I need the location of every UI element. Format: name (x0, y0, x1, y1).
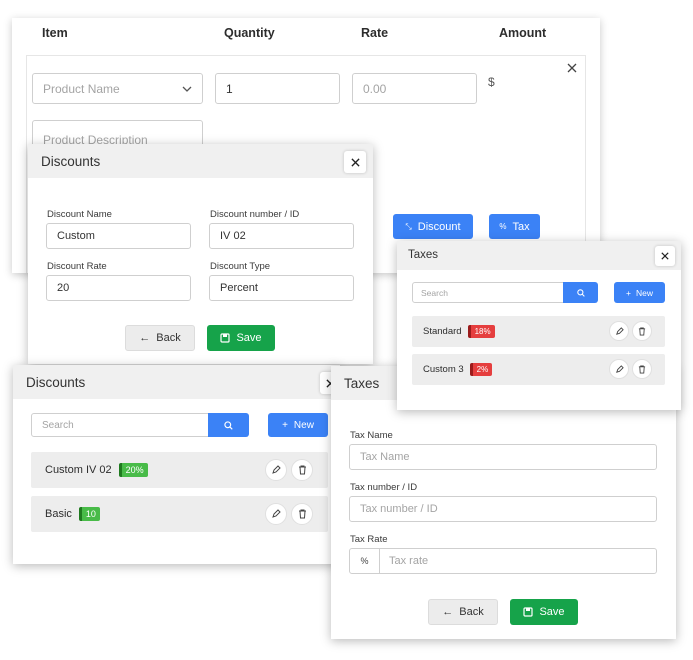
discount-form-header: Discounts (28, 144, 373, 178)
discount-button[interactable]: ⤡ Discount (393, 214, 473, 239)
taxes-list-dialog: Taxes Search + New Standard 18% Custom 3… (397, 241, 681, 410)
tax-name-input[interactable]: Tax Name (349, 444, 657, 470)
tax-item-badge: 2% (469, 363, 493, 376)
discounts-search-button[interactable] (208, 413, 249, 437)
trash-icon[interactable] (291, 459, 313, 481)
discount-number-value: IV 02 (220, 230, 246, 242)
save-icon (220, 333, 231, 343)
rate-placeholder: 0.00 (363, 81, 387, 96)
taxes-new-button[interactable]: + New (614, 282, 665, 303)
discount-button-label: Discount (417, 220, 461, 233)
tax-rate-placeholder: Tax rate (389, 555, 429, 567)
discount-form-dialog: Discounts Discount Name Custom Discount … (28, 144, 373, 364)
discounts-search-input[interactable]: Search (31, 413, 209, 437)
tax-button-label: Tax (512, 220, 530, 233)
taxes-list-header: Taxes (397, 241, 681, 270)
plus-icon: + (282, 419, 288, 431)
back-button-label: Back (459, 606, 484, 618)
discount-rate-label: Discount Rate (47, 261, 107, 272)
remove-line-icon[interactable] (564, 60, 580, 76)
header-rate: Rate (361, 26, 389, 40)
search-icon (576, 288, 585, 297)
save-button-label: Save (236, 332, 262, 344)
close-icon[interactable] (655, 246, 675, 266)
discount-number-input[interactable]: IV 02 (209, 223, 354, 249)
edit-icon[interactable] (265, 459, 287, 481)
save-button[interactable]: Save (207, 325, 275, 351)
quantity-value: 1 (226, 81, 233, 96)
discount-icon: ⤡ (405, 221, 412, 231)
discounts-list-title: Discounts (26, 375, 86, 390)
rate-input[interactable]: 0.00 (352, 73, 477, 104)
product-select[interactable]: Product Name (32, 73, 203, 104)
discount-form-title: Discounts (41, 154, 101, 169)
header-item: Item (42, 26, 68, 40)
plus-icon: + (626, 287, 631, 298)
save-button[interactable]: Save (510, 599, 578, 625)
edit-icon[interactable] (265, 503, 287, 525)
tax-number-label: Tax number / ID (350, 482, 418, 493)
edit-icon[interactable] (609, 321, 629, 341)
discounts-new-label: New (293, 419, 314, 431)
percent-icon: % (499, 222, 507, 231)
header-quantity: Quantity (224, 26, 275, 40)
taxes-list-title: Taxes (408, 249, 439, 261)
discounts-new-button[interactable]: + New (268, 413, 328, 437)
trash-icon[interactable] (632, 359, 652, 379)
discount-item-name: Basic (45, 508, 72, 520)
trash-icon[interactable] (632, 321, 652, 341)
discounts-list-header: Discounts (13, 365, 340, 399)
back-button[interactable]: ← Back (428, 599, 498, 625)
tax-item-name: Custom 3 (423, 364, 464, 375)
tax-rate-input[interactable]: % Tax rate (349, 548, 657, 574)
discount-item-badge: 10 (78, 507, 100, 521)
discount-type-select[interactable]: Percent (209, 275, 354, 301)
tax-rate-label: Tax Rate (350, 534, 388, 545)
taxes-new-label: New (635, 287, 653, 298)
discounts-search-placeholder: Search (42, 419, 74, 431)
discount-name-input[interactable]: Custom (46, 223, 191, 249)
search-icon (224, 420, 233, 430)
discount-type-label: Discount Type (210, 261, 271, 272)
tax-button[interactable]: % Tax (489, 214, 540, 239)
tax-number-input[interactable]: Tax number / ID (349, 496, 657, 522)
trash-icon[interactable] (291, 503, 313, 525)
tax-name-label: Tax Name (350, 430, 393, 441)
taxes-search-input[interactable]: Search (412, 282, 564, 303)
taxes-search-placeholder: Search (421, 287, 448, 298)
discounts-list-dialog: Discounts Search + New Custom IV 02 20% … (13, 365, 340, 564)
discount-item-badge: 20% (118, 463, 148, 477)
edit-icon[interactable] (609, 359, 629, 379)
discount-type-value: Percent (220, 282, 258, 294)
percent-icon: % (350, 549, 380, 573)
discount-number-label: Discount number / ID (210, 209, 300, 220)
tax-item-badge: 18% (467, 325, 495, 338)
save-button-label: Save (539, 606, 565, 618)
product-select-value: Product Name (43, 81, 120, 96)
tax-number-placeholder: Tax number / ID (360, 503, 438, 515)
arrow-left-icon: ← (139, 332, 151, 344)
quantity-input[interactable]: 1 (215, 73, 340, 104)
close-icon[interactable] (344, 151, 366, 173)
discount-name-label: Discount Name (47, 209, 112, 220)
back-button-label: Back (156, 332, 181, 344)
discount-item-name: Custom IV 02 (45, 464, 112, 476)
currency-symbol: $ (488, 75, 495, 89)
discount-rate-value: 20 (57, 282, 70, 294)
discount-rate-input[interactable]: 20 (46, 275, 191, 301)
chevron-down-icon (182, 86, 192, 92)
tax-item-name: Standard (423, 326, 462, 337)
taxes-search-button[interactable] (563, 282, 598, 303)
back-button[interactable]: ← Back (125, 325, 195, 351)
header-amount: Amount (499, 26, 547, 40)
tax-name-placeholder: Tax Name (360, 451, 410, 463)
arrow-left-icon: ← (442, 606, 454, 618)
tax-form-title: Taxes (344, 376, 380, 391)
save-icon (523, 607, 534, 617)
discount-name-value: Custom (57, 230, 95, 242)
